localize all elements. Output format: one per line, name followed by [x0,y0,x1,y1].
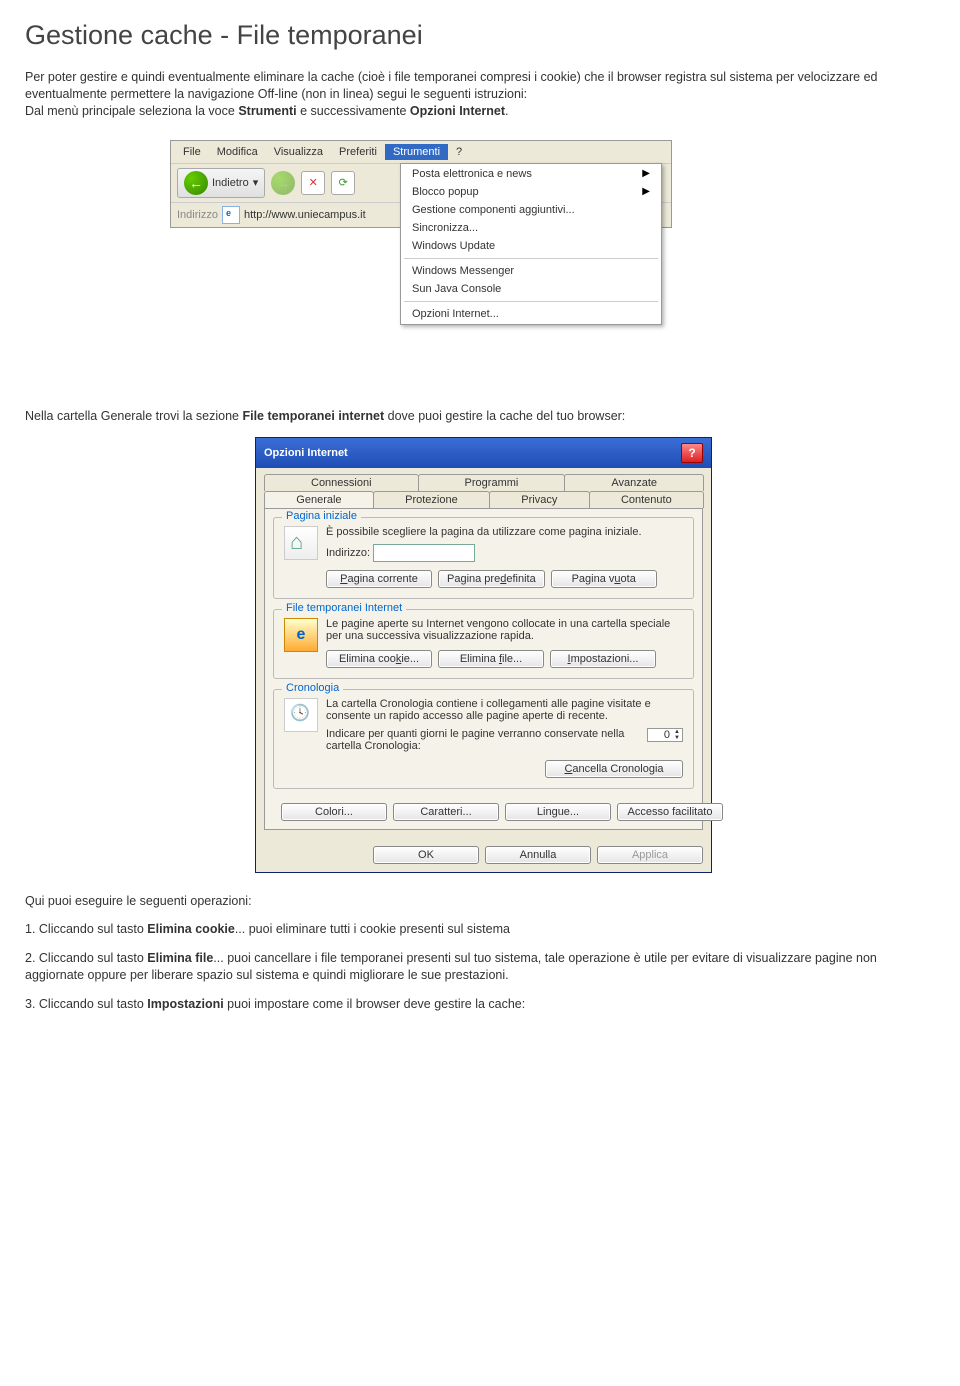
tab-avanzate[interactable]: Avanzate [564,474,704,491]
after-paragraph: Qui puoi eseguire le seguenti operazioni… [25,893,935,910]
menu-item-winupdate[interactable]: Windows Update [402,237,660,255]
operation-3: 3. Cliccando sul tasto Impostazioni puoi… [25,996,935,1013]
menu-item-messenger[interactable]: Windows Messenger [402,262,660,280]
menu-help[interactable]: ? [448,144,470,160]
menu-item-posta[interactable]: Posta elettronica e news▶ [402,165,660,183]
back-button[interactable]: ← Indietro ▾ [177,168,265,198]
btn-lingue[interactable]: Lingue... [505,803,611,821]
opzioni-internet-dialog: Opzioni Internet ? Connessioni Programmi… [255,437,712,873]
middle-paragraph: Nella cartella Generale trovi la sezione… [25,408,935,425]
menu-strumenti[interactable]: Strumenti [385,144,448,160]
btn-caratteri[interactable]: Caratteri... [393,803,499,821]
tab-privacy[interactable]: Privacy [489,491,590,508]
history-icon [284,698,318,732]
days-label: Indicare per quanti giorni le pagine ver… [326,728,641,752]
tabs: Connessioni Programmi Avanzate Generale … [256,468,711,508]
tab-contenuto[interactable]: Contenuto [589,491,704,508]
group-legend: Cronologia [282,682,343,694]
btn-cancella-cronologia[interactable]: Cancella Cronologia [545,760,683,778]
btn-accesso-facilitato[interactable]: Accesso facilitato [617,803,723,821]
btn-pagina-vuota[interactable]: Pagina vuota [551,570,657,588]
forward-icon[interactable]: → [271,171,295,195]
menu-item-blocco[interactable]: Blocco popup▶ [402,183,660,201]
menu-modifica[interactable]: Modifica [209,144,266,160]
folder-ie-icon [284,618,318,652]
stop-icon[interactable]: ✕ [301,171,325,195]
btn-elimina-file[interactable]: Elimina file... [438,650,544,668]
group-legend: Pagina iniziale [282,510,361,522]
menu-bar: File Modifica Visualizza Preferiti Strum… [171,141,671,164]
tab-panel-generale: Pagina iniziale È possibile scegliere la… [264,508,703,830]
tab-connessioni[interactable]: Connessioni [264,474,419,491]
btn-pagina-predefinita[interactable]: Pagina predefinita [438,570,545,588]
group-legend: File temporanei Internet [282,602,406,614]
btn-impostazioni[interactable]: Impostazioni... [550,650,656,668]
group-pagina-iniziale: Pagina iniziale È possibile scegliere la… [273,517,694,599]
ie-window-screenshot: File Modifica Visualizza Preferiti Strum… [170,140,672,228]
spinner-arrows-icon[interactable]: ▲▼ [674,729,680,741]
refresh-icon[interactable]: ⟳ [331,171,355,195]
group-file-temporanei: File temporanei Internet Le pagine apert… [273,609,694,679]
group-text: La cartella Cronologia contiene i colleg… [326,698,683,722]
operation-2: 2. Cliccando sul tasto Elimina file... p… [25,950,935,984]
dialog-title: Opzioni Internet [264,447,348,459]
menu-separator [404,258,658,259]
strumenti-dropdown: Posta elettronica e news▶ Blocco popup▶ … [400,163,662,325]
dialog-buttons: OK Annulla Applica [256,838,711,872]
btn-pagina-corrente[interactable]: Pagina corrente [326,570,432,588]
group-text: Le pagine aperte su Internet vengono col… [326,618,683,642]
btn-ok[interactable]: OK [373,846,479,864]
indirizzo-input[interactable] [373,544,475,562]
back-icon: ← [184,171,208,195]
btn-applica: Applica [597,846,703,864]
submenu-arrow-icon: ▶ [642,186,650,197]
btn-colori[interactable]: Colori... [281,803,387,821]
operation-1: 1. Cliccando sul tasto Elimina cookie...… [25,921,935,938]
days-value: 0 [650,729,672,741]
group-cronologia: Cronologia La cartella Cronologia contie… [273,689,694,789]
menu-preferiti[interactable]: Preferiti [331,144,385,160]
page-icon [222,206,240,224]
menu-item-opzioni[interactable]: Opzioni Internet... [402,305,660,323]
menu-item-componenti[interactable]: Gestione componenti aggiuntivi... [402,201,660,219]
dialog-titlebar: Opzioni Internet ? [256,438,711,468]
help-icon[interactable]: ? [681,443,703,463]
btn-annulla[interactable]: Annulla [485,846,591,864]
tab-programmi[interactable]: Programmi [418,474,566,491]
menu-item-java[interactable]: Sun Java Console [402,280,660,298]
menu-separator [404,301,658,302]
home-icon [284,526,318,560]
menu-item-sincronizza[interactable]: Sincronizza... [402,219,660,237]
tab-protezione[interactable]: Protezione [373,491,490,508]
indirizzo-label: Indirizzo: [326,546,370,558]
menu-file[interactable]: File [175,144,209,160]
submenu-arrow-icon: ▶ [642,168,650,179]
dropdown-arrow-icon: ▾ [253,176,259,189]
tab-generale[interactable]: Generale [264,491,374,508]
page-title: Gestione cache - File temporanei [25,20,935,51]
address-label: Indirizzo [177,209,218,221]
bottom-button-row: Colori... Caratteri... Lingue... Accesso… [273,799,694,821]
group-text: È possibile scegliere la pagina da utili… [326,526,683,538]
btn-elimina-cookie[interactable]: Elimina cookie... [326,650,432,668]
days-spinner[interactable]: 0 ▲▼ [647,728,683,742]
intro-paragraph: Per poter gestire e quindi eventualmente… [25,69,935,120]
menu-visualizza[interactable]: Visualizza [266,144,331,160]
